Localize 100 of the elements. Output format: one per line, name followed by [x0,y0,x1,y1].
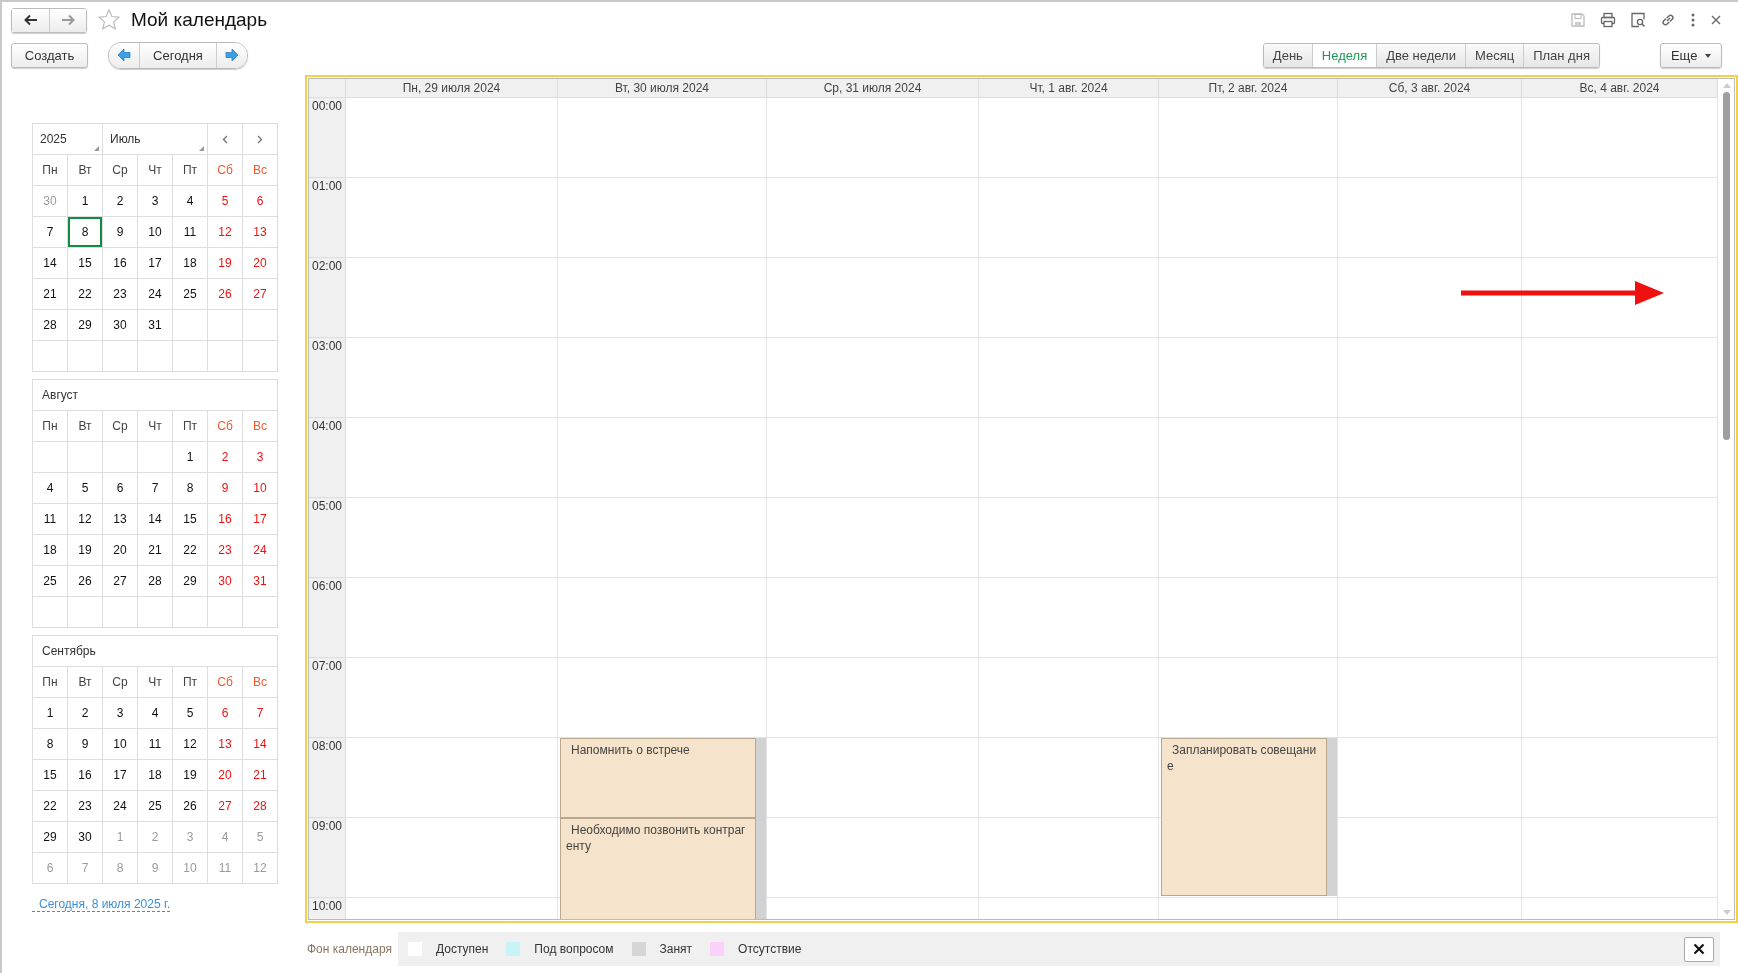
calendar-day[interactable]: 14 [138,504,172,534]
calendar-day[interactable]: 10 [243,473,277,503]
close-legend-button[interactable] [1684,936,1714,962]
calendar-day[interactable]: 15 [68,248,102,278]
save-icon[interactable] [1570,12,1586,28]
calendar-day[interactable]: 15 [33,760,67,790]
view-tab[interactable]: Неделя [1311,43,1377,67]
calendar-day[interactable]: 17 [138,248,172,278]
calendar-day[interactable]: 11 [173,217,207,247]
calendar-day[interactable]: 14 [33,248,67,278]
calendar-day[interactable]: 6 [243,186,277,216]
calendar-day[interactable]: 13 [208,729,242,759]
calendar-day[interactable]: 24 [138,279,172,309]
calendar-day[interactable]: 5 [173,698,207,728]
calendar-day[interactable]: 19 [208,248,242,278]
calendar-day[interactable]: 17 [103,760,137,790]
calendar-day[interactable]: 10 [103,729,137,759]
calendar-day[interactable]: 8 [68,217,102,247]
calendar-day[interactable]: 28 [243,791,277,821]
calendar-day[interactable]: 2 [103,186,137,216]
next-period-button[interactable] [217,42,247,68]
calendar-day[interactable]: 4 [173,186,207,216]
calendar-day[interactable]: 1 [68,186,102,216]
calendar-day[interactable]: 5 [208,186,242,216]
calendar-day[interactable]: 19 [68,535,102,565]
calendar-day[interactable]: 5 [68,473,102,503]
event-card[interactable]: Напомнить о встрече [560,738,756,818]
calendar-day[interactable]: 16 [208,504,242,534]
calendar-day[interactable]: 8 [33,729,67,759]
back-button[interactable] [12,8,49,32]
calendar-day[interactable]: 21 [33,279,67,309]
calendar-day[interactable]: 13 [103,504,137,534]
calendar-day[interactable]: 11 [138,729,172,759]
calendar-day[interactable]: 30 [103,310,137,340]
today-button[interactable]: Сегодня [139,42,217,68]
calendar-day[interactable]: 4 [138,698,172,728]
calendar-day[interactable]: 19 [173,760,207,790]
calendar-day[interactable]: 2 [68,698,102,728]
previous-period-button[interactable] [109,42,139,68]
calendar-day[interactable]: 21 [138,535,172,565]
calendar-day[interactable]: 20 [208,760,242,790]
view-tab[interactable]: План дня [1523,43,1599,67]
calendar-day[interactable]: 29 [173,566,207,596]
preview-icon[interactable] [1630,12,1646,28]
calendar-day[interactable]: 21 [243,760,277,790]
link-icon[interactable] [1660,12,1676,28]
calendar-day[interactable]: 27 [208,791,242,821]
calendar-day[interactable]: 12 [208,217,242,247]
calendar-day[interactable]: 27 [243,279,277,309]
calendar-day[interactable]: 25 [138,791,172,821]
calendar-day[interactable]: 9 [68,729,102,759]
calendar-day[interactable]: 3 [138,186,172,216]
calendar-day[interactable]: 16 [68,760,102,790]
calendar-day[interactable]: 6 [208,698,242,728]
calendar-day[interactable]: 22 [68,279,102,309]
more-icon[interactable] [1690,12,1696,28]
calendar-day[interactable]: 12 [68,504,102,534]
calendar-day[interactable]: 30 [68,822,102,852]
calendar-day[interactable]: 29 [33,822,67,852]
calendar-day[interactable]: 7 [243,698,277,728]
calendar-day[interactable]: 9 [208,473,242,503]
calendar-day[interactable]: 22 [173,535,207,565]
star-icon[interactable] [97,8,121,32]
calendar-day[interactable]: 24 [243,535,277,565]
calendar-day[interactable]: 3 [103,698,137,728]
calendar-day[interactable]: 1 [173,442,207,472]
calendar-day[interactable]: 23 [103,279,137,309]
calendar-day[interactable]: 28 [33,310,67,340]
calendar-day[interactable]: 4 [33,473,67,503]
view-tab[interactable]: Месяц [1464,43,1524,67]
calendar-day[interactable]: 14 [243,729,277,759]
calendar-day[interactable]: 7 [138,473,172,503]
calendar-day[interactable]: 18 [173,248,207,278]
calendar-day[interactable]: 20 [243,248,277,278]
calendar-day[interactable]: 27 [103,566,137,596]
calendar-day[interactable]: 23 [68,791,102,821]
view-tab[interactable]: День [1263,43,1312,67]
calendar-day[interactable]: 3 [243,442,277,472]
calendar-day[interactable]: 28 [138,566,172,596]
calendar-day[interactable]: 23 [208,535,242,565]
calendar-day[interactable]: 17 [243,504,277,534]
calendar-day[interactable]: 9 [103,217,137,247]
calendar-day[interactable]: 26 [68,566,102,596]
calendar-day[interactable]: 31 [138,310,172,340]
create-button[interactable]: Создать [11,42,88,68]
calendar-day[interactable]: 15 [173,504,207,534]
calendar-day[interactable]: 13 [243,217,277,247]
event-card[interactable]: Необходимо позвонить контрагенту [560,818,756,919]
calendar-day[interactable]: 10 [138,217,172,247]
close-icon[interactable] [1710,14,1722,26]
calendar-day[interactable]: 25 [33,566,67,596]
event-card[interactable]: Запланировать совещание [1161,738,1327,897]
calendar-day[interactable]: 16 [103,248,137,278]
more-button[interactable]: Еще [1659,42,1722,68]
calendar-day[interactable]: 20 [103,535,137,565]
calendar-day[interactable]: 1 [33,698,67,728]
print-icon[interactable] [1600,12,1616,28]
calendar-day[interactable]: 31 [243,566,277,596]
calendar-day[interactable]: 2 [208,442,242,472]
calendar-day[interactable]: 29 [68,310,102,340]
